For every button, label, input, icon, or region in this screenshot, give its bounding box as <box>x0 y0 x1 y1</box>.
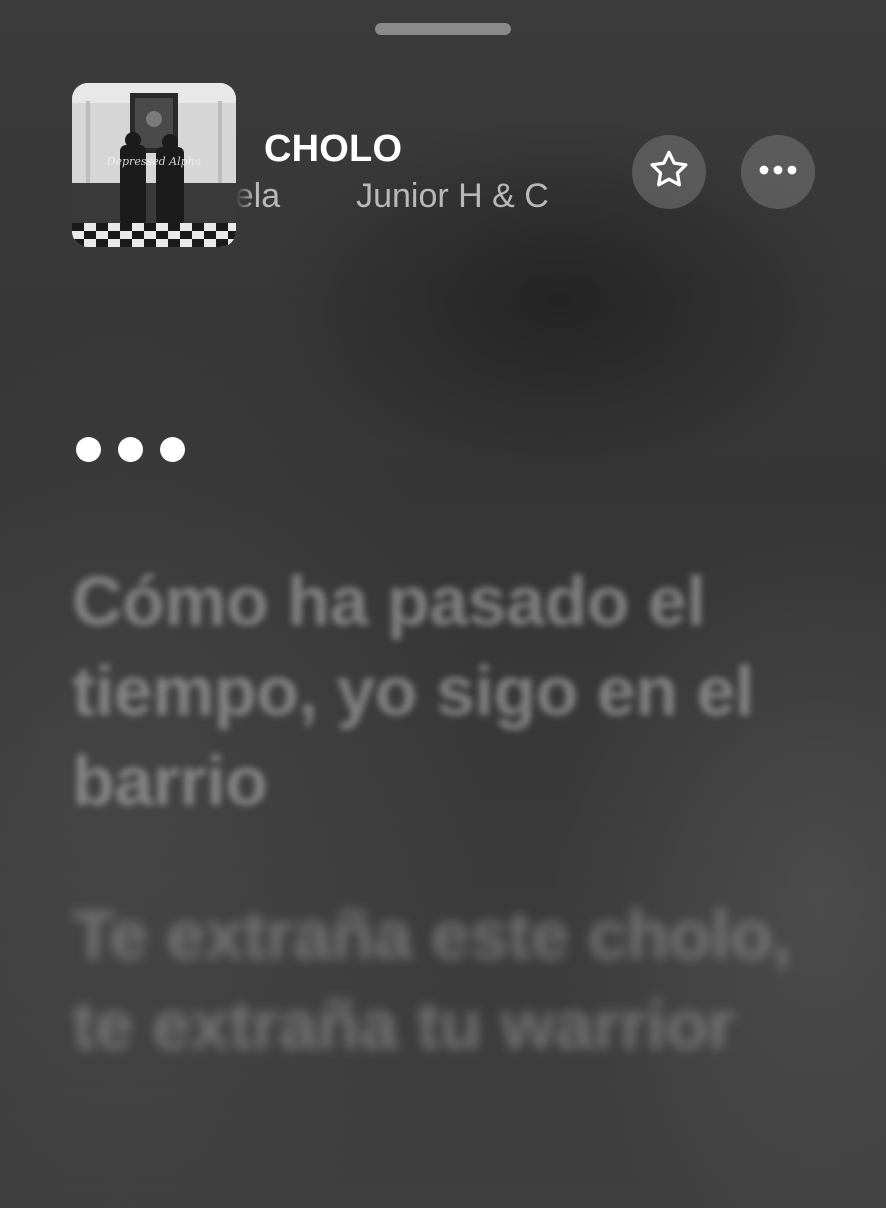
ellipsis-icon <box>758 163 798 181</box>
lyric-line[interactable]: Te extraña este cholo, te extraña tu war… <box>72 890 792 1070</box>
more-button[interactable] <box>741 135 815 209</box>
indicator-dot <box>118 437 143 462</box>
artist-fragment-left: enzuela <box>236 177 281 215</box>
indicator-dot <box>76 437 101 462</box>
artist-fragment-right: Junior H & C <box>356 177 549 215</box>
instrumental-indicator <box>76 437 185 462</box>
artwork-script-text: Depressed Alpha <box>106 155 202 168</box>
favorite-button[interactable] <box>632 135 706 209</box>
indicator-dot <box>160 437 185 462</box>
star-outline-icon <box>646 147 692 198</box>
sheet-grabber[interactable] <box>375 23 511 35</box>
artist-track: enzuela Junior H & C <box>236 172 549 220</box>
lyric-line[interactable]: Cómo ha pasado el tiempo, yo sigo en el … <box>72 556 792 826</box>
song-title: CHOLO <box>264 128 403 170</box>
artist-marquee[interactable]: enzuela Junior H & C <box>236 172 626 220</box>
album-artwork[interactable]: Depressed Alpha <box>72 83 236 247</box>
